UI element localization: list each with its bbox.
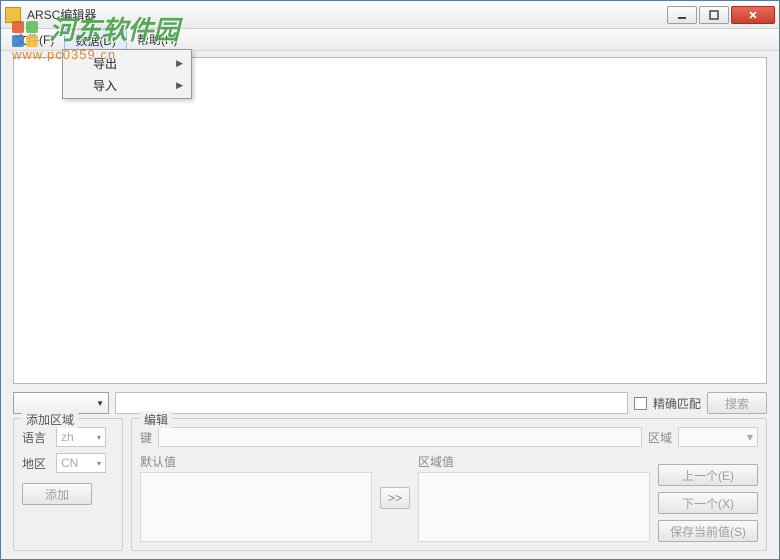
add-region-group: 添加区域 语言 zh▾ 地区 CN▾ 添加 — [13, 418, 123, 551]
edit-region-label: 区域 — [648, 429, 672, 446]
default-value-textarea[interactable] — [140, 472, 372, 542]
submenu-arrow-icon: ▶ — [176, 58, 183, 69]
region-combo[interactable]: CN▾ — [56, 453, 106, 473]
region-label: 地区 — [22, 455, 52, 472]
search-row: ▼ 精确匹配 搜索 — [1, 388, 779, 418]
add-region-title: 添加区域 — [22, 411, 78, 428]
search-button[interactable]: 搜索 — [707, 392, 767, 414]
default-value-label: 默认值 — [140, 453, 372, 470]
titlebar: ARSC编辑器 — [1, 1, 779, 29]
chevron-down-icon: ▼ — [96, 399, 104, 408]
maximize-button[interactable] — [699, 6, 729, 24]
window-buttons — [667, 6, 775, 24]
default-value-box: 默认值 — [140, 453, 372, 542]
submenu-arrow-icon: ▶ — [176, 80, 183, 91]
language-label: 语言 — [22, 429, 52, 446]
edit-region-combo[interactable]: ▾ — [678, 427, 758, 447]
menu-help[interactable]: 帮助(H) — [127, 29, 188, 50]
edit-title: 编辑 — [140, 411, 172, 428]
prev-button[interactable]: 上一个(E) — [658, 464, 758, 486]
window-title: ARSC编辑器 — [27, 6, 667, 23]
copy-button[interactable]: >> — [380, 487, 410, 509]
minimize-button[interactable] — [667, 6, 697, 24]
region-value-label: 区域值 — [418, 453, 650, 470]
app-icon — [5, 7, 21, 23]
key-input[interactable] — [158, 427, 642, 447]
edit-group: 编辑 键 区域 ▾ 默认值 >> 区域值 — [131, 418, 767, 551]
language-combo[interactable]: zh▾ — [56, 427, 106, 447]
bottom-panels: 添加区域 语言 zh▾ 地区 CN▾ 添加 编辑 键 区域 ▾ 默认值 — [1, 418, 779, 559]
edit-top-row: 键 区域 ▾ — [140, 427, 758, 447]
nav-buttons-column: 上一个(E) 下一个(X) 保存当前值(S) — [658, 453, 758, 542]
menubar: 文件(F) 数据(D) 帮助(H) — [1, 29, 779, 51]
chevron-down-icon: ▾ — [97, 459, 101, 468]
edit-bottom-row: 默认值 >> 区域值 上一个(E) 下一个(X) 保存当前值(S) — [140, 453, 758, 542]
chevron-down-icon: ▾ — [97, 433, 101, 442]
menu-file[interactable]: 文件(F) — [5, 29, 64, 50]
copy-column: >> — [380, 453, 410, 542]
menu-export[interactable]: 导出 ▶ — [65, 52, 189, 74]
add-button[interactable]: 添加 — [22, 483, 92, 505]
exact-match-label: 精确匹配 — [653, 395, 701, 412]
chevron-down-icon: ▾ — [747, 430, 753, 444]
next-button[interactable]: 下一个(X) — [658, 492, 758, 514]
data-menu-dropdown: 导出 ▶ 导入 ▶ — [62, 49, 192, 99]
key-label: 键 — [140, 429, 152, 446]
main-content-area — [13, 57, 767, 384]
menu-import[interactable]: 导入 ▶ — [65, 74, 189, 96]
exact-match-checkbox[interactable] — [634, 397, 647, 410]
region-value-textarea[interactable] — [418, 472, 650, 542]
close-button[interactable] — [731, 6, 775, 24]
search-input[interactable] — [115, 392, 628, 414]
menu-data[interactable]: 数据(D) — [64, 29, 127, 50]
save-button[interactable]: 保存当前值(S) — [658, 520, 758, 542]
region-value-box: 区域值 — [418, 453, 650, 542]
